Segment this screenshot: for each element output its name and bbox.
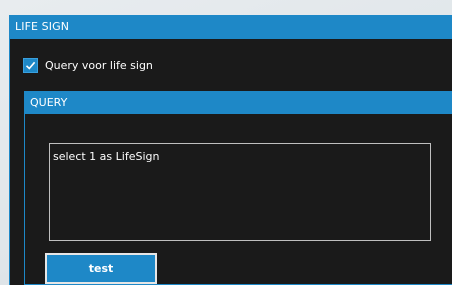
checkmark-icon	[25, 61, 36, 70]
query-header: QUERY	[25, 92, 452, 114]
lifesign-header: LIFE SIGN	[10, 15, 452, 39]
test-button[interactable]: test	[45, 253, 157, 284]
query-textarea[interactable]: select 1 as LifeSign	[49, 143, 431, 241]
lifesign-query-checkbox[interactable]	[23, 57, 38, 73]
query-panel: QUERY select 1 as LifeSign test	[24, 91, 452, 285]
lifesign-query-checkbox-label: Query voor life sign	[45, 58, 153, 72]
lifesign-panel: LIFE SIGN Query voor life sign QUERY sel…	[9, 15, 452, 285]
lifesign-query-checkbox-row[interactable]: Query voor life sign	[23, 56, 153, 74]
